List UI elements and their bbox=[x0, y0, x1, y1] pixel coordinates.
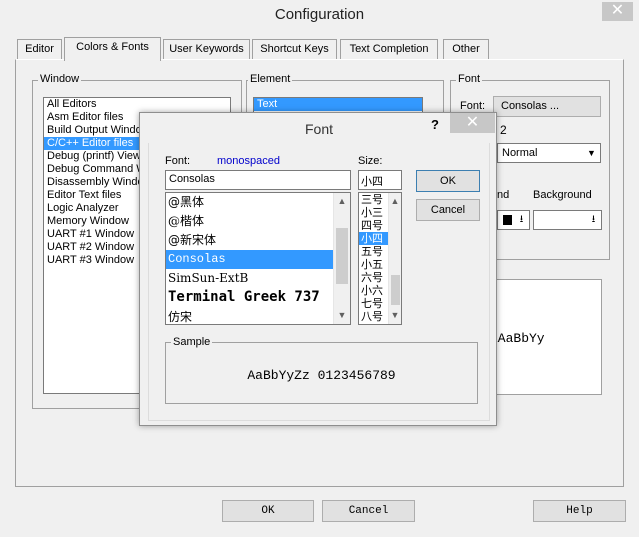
font-label: Font: bbox=[460, 100, 486, 112]
size-list-item[interactable]: 八号 bbox=[359, 310, 389, 323]
sample-preview-text: iAaBbYy bbox=[490, 331, 545, 346]
element-group-label: Element bbox=[248, 73, 293, 85]
window-group-label: Window bbox=[38, 73, 82, 85]
scroll-thumb[interactable] bbox=[336, 228, 348, 284]
font-name-items: @黑体 @楷体 @新宋体 Consolas SimSun-ExtB Terminal Gr… bbox=[166, 193, 350, 324]
font-size-input[interactable]: 小四 bbox=[358, 170, 402, 190]
font-size-listbox[interactable]: 三号 小三 四号 小四 五号 小五 六号 小六 七号 八号 ▲ ▼ bbox=[358, 192, 402, 325]
size-list-item[interactable]: 小四 bbox=[359, 232, 389, 245]
size-list-item[interactable]: 三号 bbox=[359, 193, 389, 206]
config-window-title: Configuration bbox=[274, 6, 365, 23]
scroll-up-icon[interactable]: ▲ bbox=[334, 193, 350, 210]
help-button[interactable]: Help bbox=[533, 500, 626, 522]
font-name-label: Font: bbox=[165, 155, 191, 167]
font-hint-text: monospaced bbox=[217, 155, 280, 167]
tab-user-keywords[interactable]: User Keywords bbox=[163, 39, 250, 59]
tab-colors-fonts[interactable]: Colors & Fonts bbox=[64, 37, 161, 61]
chevron-down-icon[interactable]: ▼ bbox=[584, 145, 599, 161]
font-name-input[interactable]: Consolas bbox=[165, 170, 351, 190]
chevron-down-icon[interactable]: ⭳ bbox=[587, 212, 600, 228]
foreground-label: nd bbox=[497, 189, 510, 201]
font-list-scrollbar[interactable]: ▲ ▼ bbox=[333, 193, 350, 324]
size-list-item[interactable]: 小六 bbox=[359, 284, 389, 297]
font-list-item[interactable]: Terminal Greek 737 bbox=[166, 288, 334, 308]
font-select-button[interactable]: Consolas ... bbox=[493, 96, 601, 117]
tab-text-completion[interactable]: Text Completion bbox=[340, 39, 438, 59]
font-name-listbox[interactable]: @黑体 @楷体 @新宋体 Consolas SimSun-ExtB Terminal Gr… bbox=[165, 192, 351, 325]
font-list-item[interactable]: 仿宋 bbox=[166, 308, 334, 324]
foreground-color-combo[interactable]: ⭳ bbox=[497, 210, 530, 230]
background-color-combo[interactable]: ⭳ bbox=[533, 210, 602, 230]
scroll-down-icon[interactable]: ▼ bbox=[334, 307, 350, 324]
size-list-item[interactable]: 小五 bbox=[359, 258, 389, 271]
font-list-item[interactable]: @楷体 bbox=[166, 212, 334, 231]
size-list-item[interactable]: 七号 bbox=[359, 297, 389, 310]
chevron-down-icon[interactable]: ⭳ bbox=[515, 212, 528, 228]
size-list-scrollbar[interactable]: ▲ ▼ bbox=[388, 193, 401, 324]
font-list-item[interactable]: SimSun-ExtB bbox=[166, 269, 334, 288]
tab-editor[interactable]: Editor bbox=[17, 39, 62, 59]
size-list-item[interactable]: 四号 bbox=[359, 219, 389, 232]
background-swatch bbox=[538, 215, 578, 225]
font-style-combo[interactable]: Normal ▼ bbox=[497, 143, 601, 163]
sample-text: AaBbYyZz 0123456789 bbox=[247, 368, 396, 383]
element-list-item[interactable]: Text bbox=[254, 98, 422, 111]
help-icon[interactable]: ? bbox=[431, 117, 439, 132]
font-ok-button[interactable]: OK bbox=[416, 170, 480, 192]
close-icon[interactable]: ✕ bbox=[602, 2, 633, 21]
scroll-down-icon[interactable]: ▼ bbox=[389, 307, 401, 324]
foreground-swatch bbox=[503, 215, 512, 225]
sample-group-label: Sample bbox=[171, 336, 213, 348]
font-size-label: Size: bbox=[358, 155, 383, 167]
scroll-thumb[interactable] bbox=[391, 275, 400, 305]
font-dialog-title: Font bbox=[304, 121, 333, 137]
font-group-label: Font bbox=[456, 73, 483, 85]
font-dialog-body: Font: monospaced Consolas @黑体 @楷体 @新宋体 Cons… bbox=[148, 143, 490, 421]
font-list-item[interactable]: @新宋体 bbox=[166, 231, 334, 250]
font-style-value: Normal bbox=[502, 147, 538, 159]
font-dialog: Font ? ✕ Font: monospaced Consolas @黑体 @楷… bbox=[139, 112, 497, 426]
font-size-value: 2 bbox=[500, 123, 507, 137]
background-label: Background bbox=[533, 189, 592, 201]
font-list-item[interactable]: @黑体 bbox=[166, 193, 334, 212]
scroll-up-icon[interactable]: ▲ bbox=[389, 193, 401, 210]
tab-shortcut-keys[interactable]: Shortcut Keys bbox=[252, 39, 337, 59]
font-cancel-button[interactable]: Cancel bbox=[416, 199, 480, 221]
window-list-item[interactable]: All Editors bbox=[44, 98, 230, 111]
cancel-button[interactable]: Cancel bbox=[322, 500, 415, 522]
font-list-item[interactable]: Consolas bbox=[166, 250, 334, 269]
size-list-item[interactable]: 五号 bbox=[359, 245, 389, 258]
size-list-item[interactable]: 小三 bbox=[359, 206, 389, 219]
close-icon[interactable]: ✕ bbox=[450, 113, 495, 133]
ok-button[interactable]: OK bbox=[222, 500, 314, 522]
size-list-item[interactable]: 六号 bbox=[359, 271, 389, 284]
tab-other[interactable]: Other bbox=[443, 39, 489, 59]
